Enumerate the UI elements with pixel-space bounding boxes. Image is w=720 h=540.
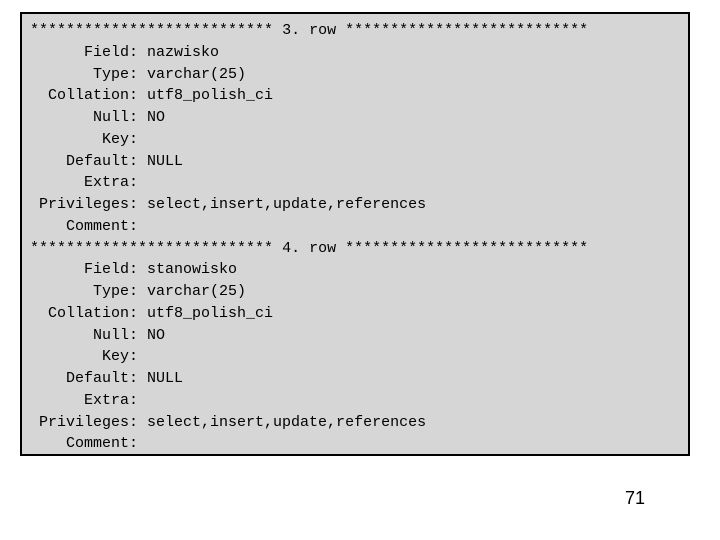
label-null: Null [30, 107, 129, 129]
label-extra: Extra [30, 172, 129, 194]
kv-null: Null: NO [30, 325, 680, 347]
kv-field: Field: nazwisko [30, 42, 680, 64]
value-null: NO [147, 109, 165, 126]
kv-field: Field: stanowisko [30, 259, 680, 281]
label-null: Null [30, 325, 129, 347]
kv-default: Default: NULL [30, 368, 680, 390]
label-collation: Collation [30, 85, 129, 107]
label-default: Default [30, 368, 129, 390]
kv-default: Default: NULL [30, 151, 680, 173]
value-null: NO [147, 327, 165, 344]
terminal-output: *************************** 3. row *****… [20, 12, 690, 456]
value-privileges: select,insert,update,references [147, 196, 426, 213]
label-field: Field [30, 42, 129, 64]
kv-key: Key: [30, 346, 680, 368]
label-field: Field [30, 259, 129, 281]
label-collation: Collation [30, 303, 129, 325]
kv-extra: Extra: [30, 172, 680, 194]
kv-collation: Collation: utf8_polish_ci [30, 303, 680, 325]
label-type: Type [30, 281, 129, 303]
label-type: Type [30, 64, 129, 86]
value-collation: utf8_polish_ci [147, 305, 273, 322]
kv-collation: Collation: utf8_polish_ci [30, 85, 680, 107]
label-key: Key [30, 346, 129, 368]
kv-comment: Comment: [30, 433, 680, 455]
kv-privileges: Privileges: select,insert,update,referen… [30, 412, 680, 434]
page-number: 71 [625, 485, 645, 511]
label-extra: Extra [30, 390, 129, 412]
kv-type: Type: varchar(25) [30, 281, 680, 303]
value-default: NULL [147, 153, 183, 170]
value-type: varchar(25) [147, 66, 246, 83]
label-key: Key [30, 129, 129, 151]
label-privileges: Privileges [30, 412, 129, 434]
label-default: Default [30, 151, 129, 173]
kv-key: Key: [30, 129, 680, 151]
value-default: NULL [147, 370, 183, 387]
label-comment: Comment [30, 216, 129, 238]
value-field: nazwisko [147, 44, 219, 61]
label-privileges: Privileges [30, 194, 129, 216]
kv-comment: Comment: [30, 216, 680, 238]
label-comment: Comment [30, 433, 129, 455]
kv-privileges: Privileges: select,insert,update,referen… [30, 194, 680, 216]
kv-type: Type: varchar(25) [30, 64, 680, 86]
value-field: stanowisko [147, 261, 237, 278]
value-type: varchar(25) [147, 283, 246, 300]
row-separator: *************************** 3. row *****… [30, 20, 680, 42]
value-privileges: select,insert,update,references [147, 414, 426, 431]
kv-extra: Extra: [30, 390, 680, 412]
value-collation: utf8_polish_ci [147, 87, 273, 104]
kv-null: Null: NO [30, 107, 680, 129]
row-separator: *************************** 4. row *****… [30, 238, 680, 260]
